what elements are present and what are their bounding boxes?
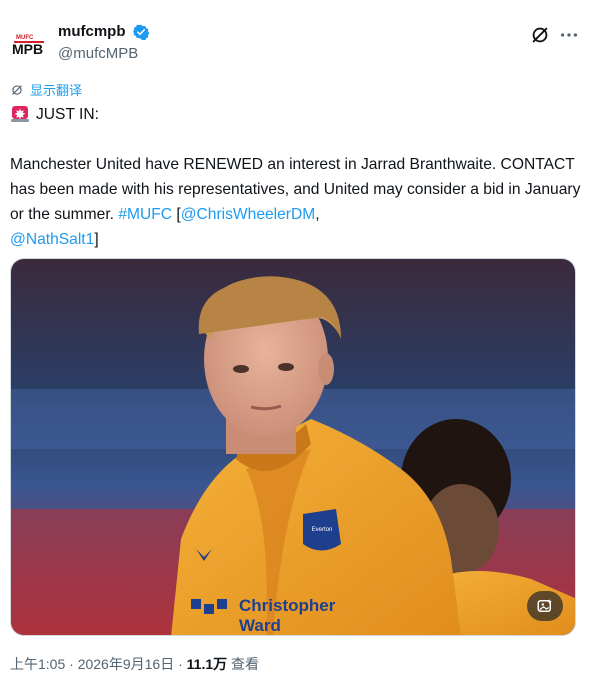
avatar[interactable]: MUFC MPB (10, 24, 50, 64)
tweet-text: JUST IN: Manchester United have RENEWED a… (10, 102, 581, 252)
sponsor-line2: Ward (239, 616, 281, 635)
translate-icon (12, 84, 22, 95)
tweet-date[interactable]: 2026年9月16日 (78, 656, 175, 672)
siren-emoji-icon (11, 106, 29, 122)
views-label: 查看 (227, 656, 260, 672)
meta-separator: · (174, 656, 187, 672)
show-translation-label: 显示翻译 (30, 83, 83, 98)
verified-badge-icon (132, 24, 149, 40)
mention-link-2[interactable]: @NathSalt1 (10, 231, 94, 248)
bracket-close: ] (94, 231, 99, 248)
alt-image-button[interactable] (527, 591, 563, 621)
alt-image-icon (537, 599, 552, 612)
tweet-body: Manchester United have RENEWED an intere… (10, 152, 581, 252)
tweet-meta: 上午1:05 · 2026年9月16日 · 11.1万 查看 (10, 654, 259, 674)
tweet-photo: Everton Christopher Ward (11, 259, 575, 635)
views-count: 11.1万 (186, 656, 228, 672)
bracket-open: [ (172, 206, 181, 223)
author-display-name[interactable]: mufcmpb (58, 22, 126, 42)
author-handle[interactable]: @mufcMPB (58, 44, 149, 64)
grok-icon[interactable] (529, 24, 551, 46)
avatar-text: MPB (12, 41, 43, 57)
tweet-time[interactable]: 上午1:05 (10, 656, 65, 672)
tweet-header: MUFC MPB mufcmpb @mufcMPB (10, 20, 581, 68)
tweet-first-line: JUST IN: (10, 102, 581, 127)
club-badge-text: Everton (312, 527, 333, 533)
mention-link-1[interactable]: @ChrisWheelerDM (181, 206, 316, 223)
show-translation-link[interactable]: 显示翻译 (10, 80, 82, 99)
comma: , (315, 206, 320, 223)
author-block: mufcmpb @mufcMPB (58, 22, 149, 64)
hashtag-link[interactable]: #MUFC (118, 206, 172, 223)
tweet-media[interactable]: Everton Christopher Ward (10, 258, 576, 636)
more-icon[interactable] (557, 24, 581, 46)
tweet-line1: JUST IN: (36, 106, 99, 123)
meta-separator: · (65, 656, 78, 672)
sponsor-line1: Christopher (239, 596, 336, 615)
